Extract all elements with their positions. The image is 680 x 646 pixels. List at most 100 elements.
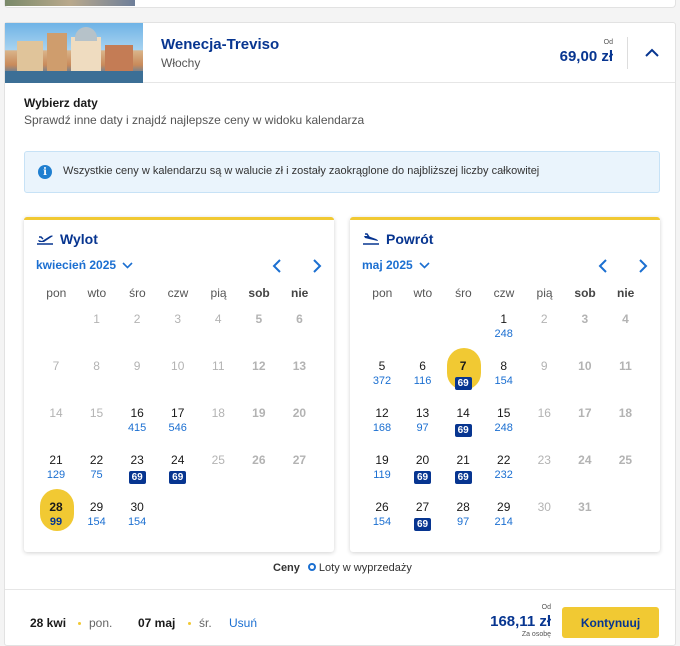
day-number: 18 (211, 406, 225, 420)
return-title-label: Powrót (386, 231, 434, 247)
legend-sale-label: Loty w wyprzedaży (318, 562, 412, 574)
return-next-month-button[interactable] (634, 258, 650, 274)
return-prev-month-button[interactable] (596, 258, 612, 274)
outbound-title: Wylot (36, 231, 98, 247)
sale-price-badge: 69 (128, 471, 146, 484)
day-number: 28 (49, 500, 63, 514)
chevron-right-icon (313, 259, 322, 273)
calendar-day[interactable]: 30 154 (117, 500, 157, 546)
day-number: 3 (174, 312, 182, 326)
calendar-day[interactable]: 6 116 (403, 359, 443, 405)
info-text: Wszystkie ceny w kalendarzu są w walucie… (63, 165, 540, 177)
calendar-day[interactable]: 28 97 (443, 500, 483, 546)
return-title: Powrót (362, 231, 433, 247)
sale-price-badge: 69 (414, 471, 432, 484)
calendar-day: 5 (239, 312, 279, 358)
calendar-day: 12 (239, 359, 279, 405)
calendar-day[interactable]: 26 154 (362, 500, 402, 546)
return-date: 07 maj (138, 616, 176, 630)
day-number: 19 (252, 406, 266, 420)
day-number: 12 (375, 406, 389, 420)
calendar-day: 4 (605, 312, 645, 358)
day-price: 248 (494, 422, 513, 434)
day-number: 17 (171, 406, 185, 420)
calendar-day[interactable]: 12 168 (362, 406, 402, 452)
day-price: 214 (494, 516, 513, 528)
day-number: 9 (540, 359, 548, 373)
calendar-day: 7 (36, 359, 76, 405)
outbound-next-month-button[interactable] (308, 258, 324, 274)
calendar-day: 25 (198, 453, 238, 499)
calendar-day[interactable]: 15 248 (484, 406, 524, 452)
day-price: 168 (372, 422, 392, 434)
weekday-label: pon (46, 286, 67, 300)
weekday-label: śro (129, 286, 146, 300)
calendar-day[interactable]: 21 69 (443, 453, 483, 499)
calendar-day[interactable]: 17 546 (158, 406, 198, 452)
calendar-day[interactable]: 24 69 (158, 453, 198, 499)
calendar-day-selected[interactable]: 7 69 (443, 348, 483, 405)
outbound-month-label: kwiecień 2025 (36, 258, 117, 272)
calendar-day[interactable]: 16 415 (117, 406, 157, 452)
outbound-prev-month-button[interactable] (270, 258, 286, 274)
outbound-date: 28 kwi (30, 616, 67, 630)
continue-button[interactable]: Kontynuuj (562, 607, 659, 638)
calendar-day[interactable]: 22 75 (77, 453, 117, 499)
calendar-day[interactable]: 5 372 (362, 359, 402, 405)
day-number: 15 (497, 406, 511, 420)
calendar-day[interactable]: 8 154 (484, 359, 524, 405)
legend-sale-item: Loty w wyprzedaży (307, 562, 412, 574)
day-price: 232 (494, 469, 513, 481)
calendar-day[interactable]: 13 97 (403, 406, 443, 452)
destination-header[interactable]: Wenecja-Treviso Włochy Od 69,00 zł (5, 23, 675, 83)
day-price: 75 (90, 469, 103, 481)
day-number: 14 (456, 406, 470, 420)
section-subtitle: Sprawdź inne daty i znajdź najlepsze cen… (24, 113, 365, 127)
collapse-button[interactable] (641, 41, 663, 63)
day-number: 3 (581, 312, 589, 326)
calendar-day: 18 (605, 406, 645, 452)
return-calendar: Powrót maj 2025 pon wto śro czw pią sob … (350, 217, 660, 552)
day-price: 154 (87, 516, 106, 528)
calendar-day[interactable]: 22 232 (484, 453, 524, 499)
day-number: 2 (540, 312, 548, 326)
calendar-day[interactable]: 20 69 (403, 453, 443, 499)
calendar-day: 13 (279, 359, 319, 405)
destination-price: 69,00 zł (559, 48, 613, 65)
day-number: 13 (292, 359, 307, 373)
day-number: 23 (130, 453, 144, 467)
calendar-day[interactable]: 27 69 (403, 500, 443, 546)
day-price: 415 (127, 422, 147, 434)
day-number: 11 (619, 359, 632, 373)
total-from-label: Od (541, 604, 551, 611)
day-price: 154 (494, 375, 513, 387)
weekday-label: wto (87, 286, 107, 300)
day-number: 25 (618, 453, 633, 467)
calendar-day[interactable]: 29 154 (77, 500, 117, 546)
return-weekday-row: pon wto śro czw pią sob nie (362, 286, 646, 300)
day-price: 248 (494, 328, 513, 340)
calendar-day: 26 (239, 453, 279, 499)
remove-dates-link[interactable]: Usuń (229, 616, 257, 630)
weekday-label: czw (493, 286, 515, 300)
calendar-day-selected[interactable]: 28 99 (36, 489, 76, 546)
calendar-day[interactable]: 23 69 (117, 453, 157, 499)
calendar-day[interactable]: 19 119 (362, 453, 402, 499)
day-number: 8 (500, 359, 508, 373)
day-number: 30 (537, 500, 551, 514)
calendar-day[interactable]: 1 248 (484, 312, 524, 358)
separator-dot (188, 622, 191, 625)
calendar-day: 17 (565, 406, 605, 452)
plane-takeoff-icon (37, 235, 53, 245)
day-number: 10 (171, 359, 185, 373)
calendar-day[interactable]: 29 214 (484, 500, 524, 546)
calendar-day: 9 (117, 359, 157, 405)
outbound-month-selector[interactable]: kwiecień 2025 (36, 258, 133, 272)
day-number: 22 (89, 453, 104, 467)
return-month-selector[interactable]: maj 2025 (362, 258, 430, 272)
chevron-up-icon (645, 48, 659, 57)
calendar-day[interactable]: 14 69 (443, 406, 483, 452)
day-price: 154 (372, 516, 392, 528)
calendar-day: 8 (77, 359, 117, 405)
info-icon: i (38, 165, 52, 179)
